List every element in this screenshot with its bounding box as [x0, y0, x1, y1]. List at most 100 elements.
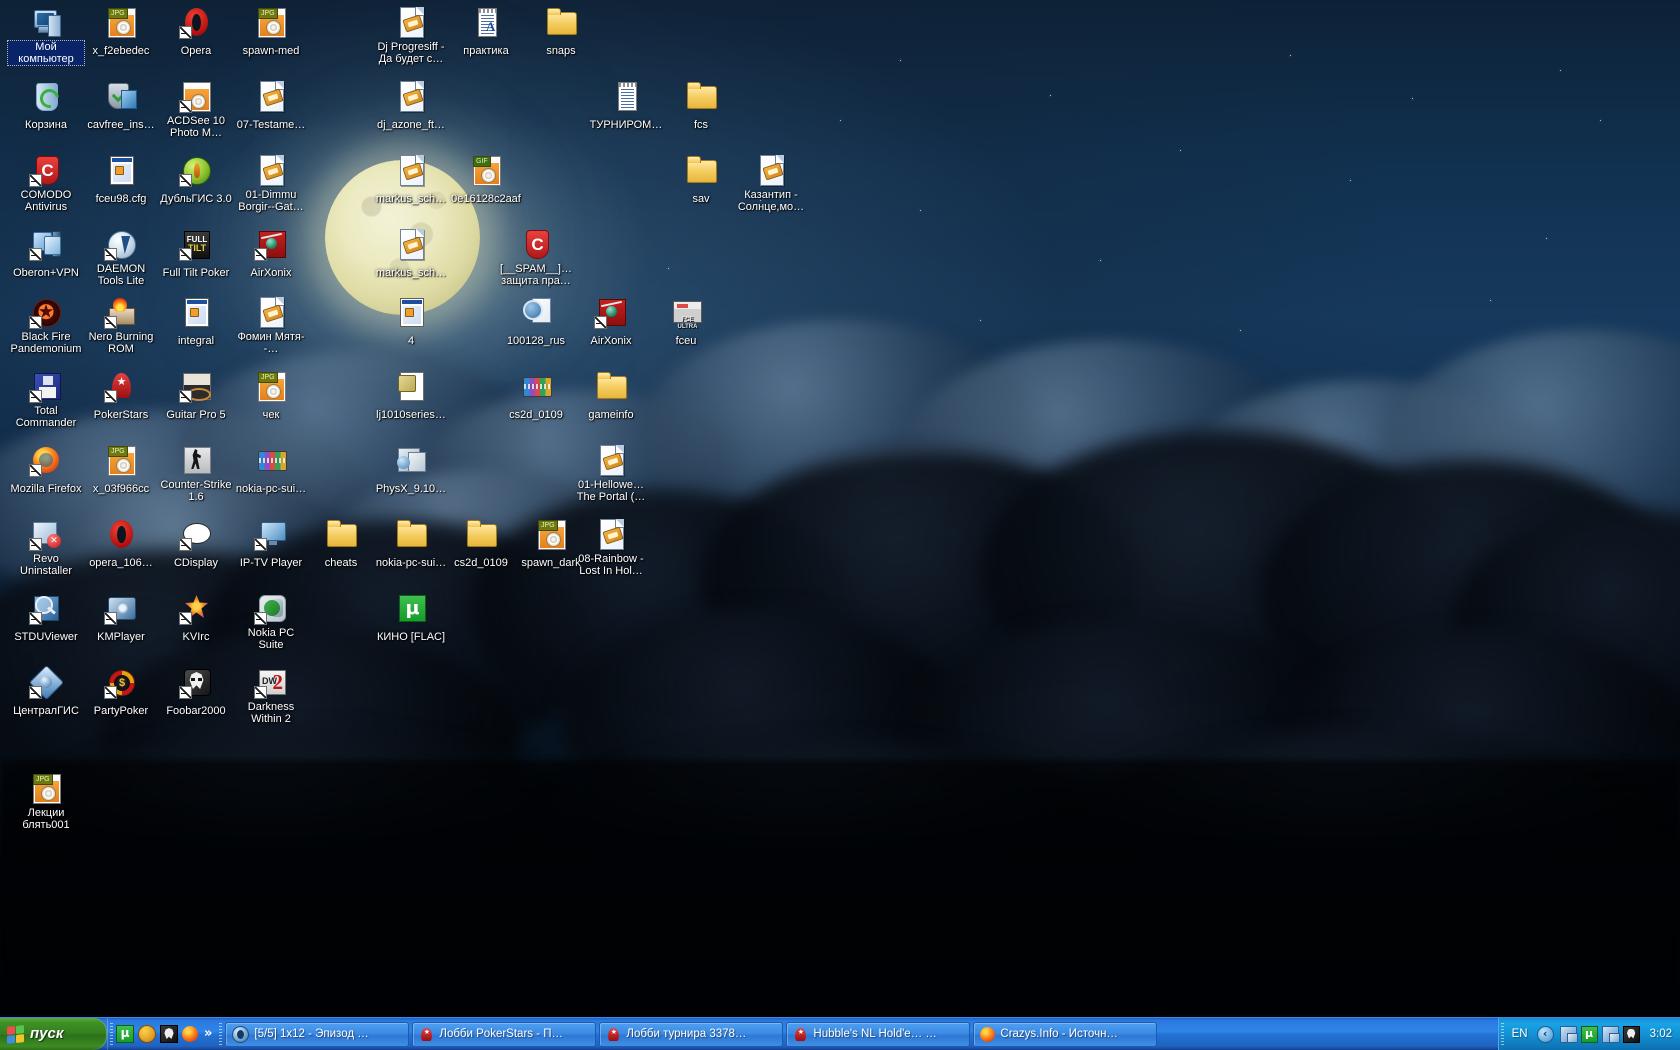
desktop-icon-дубльгис-3-0[interactable]: ДубльГИС 3.0 [158, 154, 234, 207]
desktop-icon-opera-106[interactable]: opera_106… [83, 518, 159, 571]
desktop-icon-label: 08-Rainbow - Lost In Hol… [573, 553, 649, 577]
desktop-icon-label: snaps [545, 45, 576, 57]
tray-icon-list[interactable] [1560, 1026, 1640, 1043]
desktop-icon-08-rainbow-lost-in-hol[interactable]: 08-Rainbow - Lost In Hol… [573, 518, 649, 579]
network-connection-2-tray-icon[interactable] [1602, 1026, 1619, 1043]
desktop-icon-partypoker[interactable]: PartyPoker [83, 666, 159, 719]
desktop-icon-чек[interactable]: JPGчек [233, 370, 309, 423]
desktop-icon-fceu[interactable]: fceu [648, 296, 724, 349]
desktop-icon-gameinfo[interactable]: gameinfo [573, 370, 649, 423]
desktop-icon-0e16128c2aaf[interactable]: GIF0e16128c2aaf [448, 154, 524, 207]
ground-shadow [0, 760, 1680, 1050]
desktop-icon-oberon-vpn[interactable]: Oberon+VPN [8, 228, 84, 281]
desktop-icon-markus-sch[interactable]: markus_sch… [373, 154, 449, 207]
desktop-icon-airxonix[interactable]: AirXonix [573, 296, 649, 349]
desktop-icon-100128-rus[interactable]: 100128_rus [498, 296, 574, 349]
desktop-icon-07-testame[interactable]: 07-Testame… [233, 80, 309, 133]
desktop-icon-stduviewer[interactable]: STDUViewer [8, 592, 84, 645]
desktop-icon-black-fire-pandemonium[interactable]: ✪Black Fire Pandemonium [8, 296, 84, 357]
desktop-icon-foobar2000[interactable]: Foobar2000 [158, 666, 234, 719]
foobar2000-quicklaunch-icon[interactable] [160, 1025, 178, 1043]
desktop-icon-revo-uninstaller[interactable]: Revo Uninstaller [8, 518, 84, 579]
foobar2000-tray-icon[interactable] [1623, 1026, 1640, 1043]
desktop-icon-x-f2ebedec[interactable]: JPGx_f2ebedec [83, 6, 159, 59]
clock[interactable]: 3:02 [1646, 1018, 1672, 1050]
desktop-icon-total-commander[interactable]: Total Commander [8, 370, 84, 431]
firefox-quicklaunch-icon[interactable] [182, 1026, 198, 1042]
desktop-icon-opera[interactable]: Opera [158, 6, 234, 59]
desktop-icon-physx-9-10[interactable]: PhysX_9.10… [373, 444, 449, 497]
desktop-icon-01-hellowe-the-portal[interactable]: 01-Hellowe… The Portal (… [573, 444, 649, 505]
desktop-icon-spam-защита-пра[interactable]: [__SPAM__]… защита пра… [498, 228, 574, 289]
desktop-icon-label: Total Commander [8, 405, 84, 429]
show-hidden-icons-chevron-icon[interactable] [1537, 1026, 1554, 1043]
desktop-icon-cdisplay[interactable]: CDisplay [158, 518, 234, 571]
desktop-icon-daemon-tools-lite[interactable]: DAEMON Tools Lite [83, 228, 159, 289]
desktop-icon-dj-azone-ft[interactable]: dj_azone_ft… [373, 80, 449, 133]
desktop-icon-spawn-med[interactable]: JPGspawn-med [233, 6, 309, 59]
desktop-icon-лекции-блять001[interactable]: JPGЛекции блять001 [8, 772, 84, 833]
foobar2000-icon [180, 666, 212, 698]
desktop-icon-kvirc[interactable]: KVIrc [158, 592, 234, 645]
desktop-icon-ip-tv-player[interactable]: IP-TV Player [233, 518, 309, 571]
desktop-icon-darkness-within-2[interactable]: Darkness Within 2 [233, 666, 309, 727]
desktop-icon-nokia-pc-sui[interactable]: nokia-pc-sui… [233, 444, 309, 497]
desktop-icon-kmplayer[interactable]: KMPlayer [83, 592, 159, 645]
desktop-icon-cheats[interactable]: cheats [303, 518, 379, 571]
taskbar-button[interactable]: Лобби PokerStars - П… [412, 1022, 596, 1047]
desktop-icon-x-03f966cc[interactable]: JPGx_03f966cc [83, 444, 159, 497]
start-button[interactable]: пуск [0, 1018, 107, 1050]
desktop-icon-mozilla-firefox[interactable]: Mozilla Firefox [8, 444, 84, 497]
network-connection-tray-icon[interactable] [1560, 1026, 1577, 1043]
taskbar-button[interactable]: Лобби турнира 3378… [599, 1022, 783, 1047]
desktop-icon-snaps[interactable]: snaps [523, 6, 599, 59]
desktop-icon-фомин-мятя[interactable]: Фомин Мятя--… [233, 296, 309, 357]
utorrent-quicklaunch-icon[interactable] [116, 1025, 134, 1043]
desktop[interactable]: Мой компьютерJPGx_f2ebedecOperaJPGspawn-… [0, 0, 1680, 1050]
desktop-icon-nokia-pc-sui[interactable]: nokia-pc-sui… [373, 518, 449, 571]
desktop-icon-label: dj_azone_ft… [376, 119, 446, 131]
desktop-icon-counter-strike-1-6[interactable]: Counter-Strike 1.6 [158, 444, 234, 505]
utorrent-tray-icon[interactable] [1581, 1026, 1598, 1043]
desktop-icon-fceu98-cfg[interactable]: fceu98.cfg [83, 154, 159, 207]
language-indicator[interactable]: EN [1509, 1018, 1531, 1050]
desktop-icon-cs2d-0109[interactable]: cs2d_0109 [443, 518, 519, 571]
desktop-icon-full-tilt-poker[interactable]: Full Tilt Poker [158, 228, 234, 281]
desktop-icon-nero-burning-rom[interactable]: Nero Burning ROM [83, 296, 159, 357]
desktop-icon-казантип-солнце-мо[interactable]: Казантип - Солнце,мо… [733, 154, 809, 215]
дубльгис-3-0-icon [180, 154, 212, 186]
desktop-icon-nokia-pc-suite[interactable]: Nokia PC Suite [233, 592, 309, 653]
quick-launch-overflow-chevron-icon[interactable]: » [202, 1026, 214, 1042]
desktop-icon-markus-sch[interactable]: markus_sch… [373, 228, 449, 281]
desktop-icon-cavfree-ins[interactable]: cavfree_ins… [83, 80, 159, 133]
desktop-icon-acdsee-10-photo-m[interactable]: ACDSee 10 Photo M… [158, 80, 234, 141]
desktop-icon-dj-progresiff-да-будет-с[interactable]: Dj Progresiff - Да будет с… [373, 6, 449, 67]
desktop-icon-мой-компьютер[interactable]: Мой компьютер [8, 6, 84, 67]
desktop-icon-01-dimmu-borgir-gat[interactable]: 01-Dimmu Borgir--Gat… [233, 154, 309, 215]
partypoker-icon [105, 666, 137, 698]
desktop-icon-label: Black Fire Pandemonium [8, 331, 84, 355]
amber-app-quicklaunch-icon[interactable] [138, 1025, 156, 1043]
taskbar-button[interactable]: Crazys.Info - Источн… [973, 1022, 1157, 1047]
desktop-icon-4[interactable]: 4 [373, 296, 449, 349]
taskbar[interactable]: пуск » [5/5] 1x12 - Эпизод …Лобби PokerS… [0, 1017, 1680, 1050]
desktop-icon-airxonix[interactable]: AirXonix [233, 228, 309, 281]
task-button-list[interactable]: [5/5] 1x12 - Эпизод …Лобби PokerStars - … [219, 1018, 1497, 1050]
desktop-icon-cs2d-0109[interactable]: cs2d_0109 [498, 370, 574, 423]
desktop-icon-guitar-pro-5[interactable]: Guitar Pro 5 [158, 370, 234, 423]
desktop-icon-sav[interactable]: sav [663, 154, 739, 207]
desktop-icon-турниром[interactable]: ТУРНИРОМ… [588, 80, 664, 133]
desktop-icon-pokerstars[interactable]: PokerStars [83, 370, 159, 423]
desktop-icon-кино-flac[interactable]: КИНО [FLAC] [373, 592, 449, 645]
desktop-icon-практика[interactable]: Aпрактика [448, 6, 524, 59]
desktop-icon-lj1010series[interactable]: lj1010series… [373, 370, 449, 423]
desktop-icon-integral[interactable]: integral [158, 296, 234, 349]
desktop-icon-comodo-antivirus[interactable]: COMODO Antivirus [8, 154, 84, 215]
taskbar-button[interactable]: [5/5] 1x12 - Эпизод … [225, 1022, 409, 1047]
desktop-icon-корзина[interactable]: Корзина [8, 80, 84, 133]
taskbar-button[interactable]: Hubble's NL Hold'e… … [786, 1022, 970, 1047]
quick-launch-bar[interactable]: » [107, 1018, 219, 1050]
system-tray[interactable]: EN 3:02 [1498, 1018, 1680, 1050]
desktop-icon-централгис[interactable]: ЦентралГИС [8, 666, 84, 719]
desktop-icon-fcs[interactable]: fcs [663, 80, 739, 133]
